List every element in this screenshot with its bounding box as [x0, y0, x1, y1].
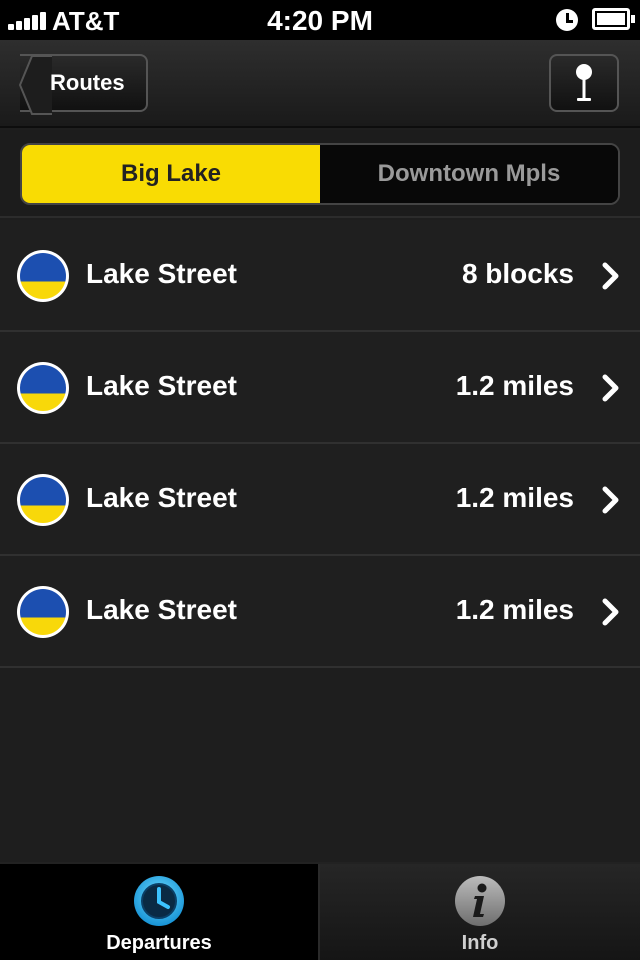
status-time: 4:20 PM: [267, 5, 373, 36]
tab-departures[interactable]: Departures: [0, 864, 320, 960]
route-distance: 1.2 miles: [455, 370, 574, 401]
list-item[interactable]: Lake Street 1.2 miles: [0, 556, 640, 668]
list-item[interactable]: Lake Street 1.2 miles: [0, 444, 640, 556]
list-item[interactable]: Lake Street 8 blocks: [0, 220, 640, 332]
list-item[interactable]: Lake Street 1.2 miles: [0, 332, 640, 444]
chevron-right-icon: [602, 262, 619, 290]
chevron-right-icon: [602, 374, 619, 402]
alarm-clock-icon: [556, 9, 578, 31]
info-icon: [455, 876, 505, 926]
route-name: Lake Street: [86, 258, 237, 289]
back-button-label: Routes: [50, 70, 125, 95]
map-pin-button[interactable]: [549, 54, 619, 112]
navigation-bar: Routes: [0, 40, 640, 128]
segment-big-lake[interactable]: Big Lake: [22, 145, 320, 203]
route-name: Lake Street: [86, 594, 237, 625]
clock-icon: [134, 876, 184, 926]
tab-info[interactable]: Info: [320, 864, 640, 960]
route-logo-icon: [17, 362, 69, 414]
route-name: Lake Street: [86, 370, 237, 401]
route-distance: 1.2 miles: [455, 594, 574, 625]
route-logo-icon: [17, 474, 69, 526]
back-button-routes[interactable]: Routes: [18, 54, 148, 115]
route-logo-icon: [17, 586, 69, 638]
tab-label-info: Info: [461, 932, 499, 954]
map-pin-icon: [576, 64, 592, 101]
route-distance: 1.2 miles: [455, 482, 574, 513]
direction-segmented-control: Big Lake Downtown Mpls: [20, 143, 620, 205]
route-name: Lake Street: [86, 482, 237, 513]
segment-downtown-mpls[interactable]: Downtown Mpls: [320, 145, 618, 203]
tab-bar: Departures Info: [0, 862, 640, 960]
route-logo-icon: [17, 250, 69, 302]
chevron-right-icon: [602, 598, 619, 626]
status-bar: AT&T 4:20 PM: [0, 0, 640, 40]
segment-area: Big Lake Downtown Mpls: [0, 130, 640, 218]
route-distance: 8 blocks: [461, 258, 574, 289]
battery-icon: [592, 8, 635, 30]
back-arrow-icon: [18, 55, 52, 115]
tab-label-departures: Departures: [106, 932, 212, 954]
app-screen: AT&T 4:20 PM Routes Big Lake Downtown Mp…: [0, 0, 640, 960]
chevron-right-icon: [602, 486, 619, 514]
route-list: Lake Street 8 blocks Lake Street 1.2 mil…: [0, 220, 640, 668]
